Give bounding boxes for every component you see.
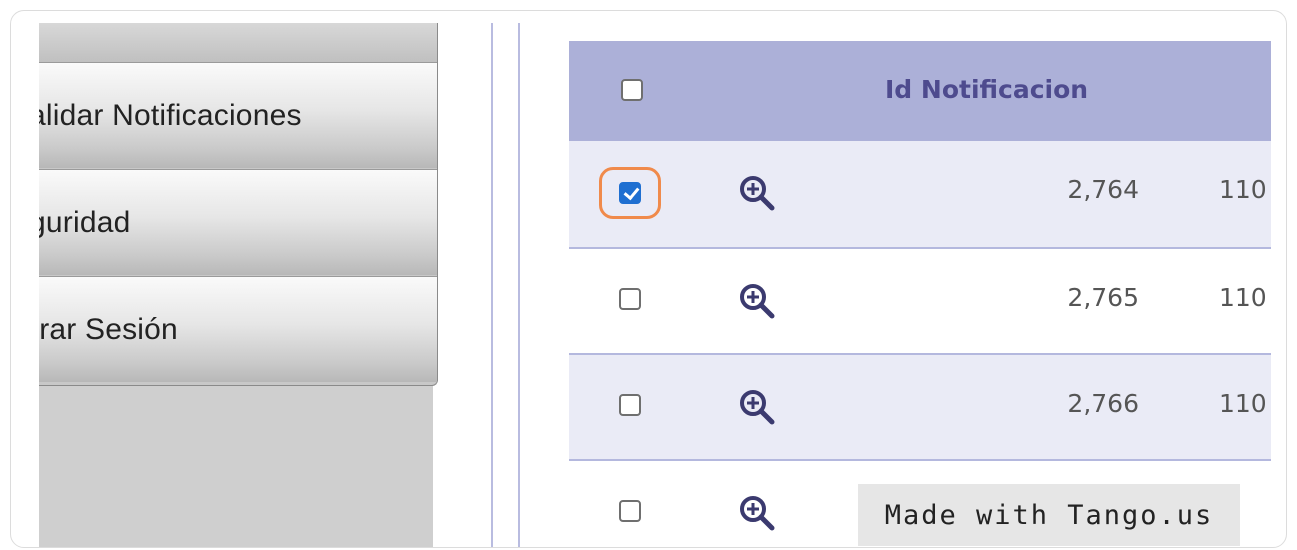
cell-next: 110	[1219, 283, 1267, 312]
table-row: 2,766 110	[569, 353, 1271, 459]
cell-next: 110	[1219, 389, 1267, 418]
sidebar-menu: alidar Notificaciones guridad rrar Sesió…	[39, 23, 438, 386]
zoom-in-icon[interactable]	[737, 493, 777, 533]
sidebar-item-cerrar-sesion[interactable]: rrar Sesión	[39, 276, 437, 382]
sidebar-item-label: rrar Sesión	[39, 313, 178, 346]
zoom-in-icon[interactable]	[737, 173, 777, 213]
sidebar-item-seguridad[interactable]: guridad	[39, 169, 437, 275]
table-header: Id Notificacion	[569, 41, 1271, 141]
sidebar-menu-top	[39, 23, 437, 62]
zoom-in-icon[interactable]	[737, 281, 777, 321]
divider	[518, 23, 520, 547]
sidebar-item-label: alidar Notificaciones	[39, 99, 302, 132]
select-all-checkbox[interactable]	[621, 79, 643, 101]
tango-watermark: Made with Tango.us	[858, 484, 1240, 546]
sidebar: alidar Notificaciones guridad rrar Sesió…	[39, 23, 438, 547]
row-checkbox[interactable]	[619, 394, 641, 416]
divider	[491, 23, 493, 547]
row-checkbox[interactable]	[619, 182, 641, 204]
cell-id: 2,764	[1067, 175, 1139, 204]
table-row: 2,764 110	[569, 141, 1271, 247]
screenshot-frame: alidar Notificaciones guridad rrar Sesió…	[10, 10, 1287, 548]
cell-next: 110	[1219, 175, 1267, 204]
zoom-in-icon[interactable]	[737, 387, 777, 427]
row-checkbox[interactable]	[619, 500, 641, 522]
app-viewport: alidar Notificaciones guridad rrar Sesió…	[39, 23, 1271, 547]
cell-id: 2,766	[1067, 389, 1139, 418]
sidebar-item-validar-notificaciones[interactable]: alidar Notificaciones	[39, 62, 437, 168]
cell-id: 2,765	[1067, 283, 1139, 312]
sidebar-item-label: guridad	[39, 206, 131, 239]
table-row: 2,765 110	[569, 247, 1271, 353]
row-checkbox[interactable]	[619, 288, 641, 310]
column-header-id-notificacion[interactable]: Id Notificacion	[885, 75, 1088, 104]
notifications-table: Id Notificacion 2,764 110 2,765 110 2,76…	[569, 41, 1271, 547]
